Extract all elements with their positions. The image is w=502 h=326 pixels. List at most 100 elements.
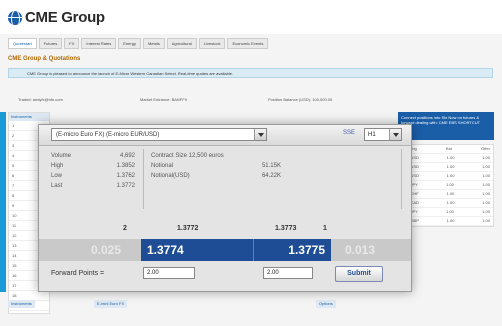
stat-volume: Volume 4,692 [51, 153, 135, 161]
forward-points-input[interactable] [143, 267, 195, 279]
tab-interest-rates[interactable]: Interest Rates [81, 38, 117, 49]
tab-futures[interactable]: Futures [38, 38, 63, 49]
header: CME Group [0, 0, 502, 34]
stat-notional-usd: Notional(USD) 64.22K [151, 173, 281, 181]
table-cell: 1.00 [446, 200, 455, 205]
info-trader: Traded: andyfx@hfn.com [18, 97, 63, 102]
table-cell: 1.00 [482, 155, 490, 160]
table-cell: 1.00 [482, 191, 490, 196]
stat-low: Low 1.3762 [51, 173, 135, 181]
table-row[interactable]: EURJPY1.001.00 [399, 208, 493, 217]
bid-quantity: 2 [123, 225, 127, 232]
stat-value: 1.3772 [116, 183, 135, 189]
stat-label: Last [51, 183, 63, 189]
table-cell: 1.00 [446, 191, 455, 196]
table-cell: 1.00 [446, 209, 454, 214]
table-cell: 1.00 [446, 164, 455, 169]
stat-label: High [51, 163, 64, 169]
quote-bar: 0.025 1.3774 1.3775 0.013 [39, 239, 411, 261]
table-cell: 1.00 [446, 182, 454, 187]
globe-icon [8, 10, 22, 25]
divider [143, 149, 144, 209]
table-cell: 1.00 [482, 209, 490, 214]
stat-value: 1.3762 [116, 173, 135, 179]
table-row[interactable]: EURUSD1.001.00 [399, 154, 493, 163]
month-select[interactable]: H1 [364, 128, 402, 141]
stat-contract-size: Contract Size 12,500 euros [151, 153, 281, 161]
page-background: CME Group Quotestart Futures FX Interest… [0, 0, 502, 326]
stat-label: Notional [151, 163, 174, 169]
stat-value: 1.3852 [116, 163, 135, 169]
depth-row: 2 1.3772 1.3773 1 [39, 225, 411, 237]
ghost-ask: 0.013 [345, 243, 376, 257]
bid-price-small: 1.3772 [177, 225, 199, 232]
table-cell: Bid [446, 146, 452, 151]
tab-energy[interactable]: Energy [118, 38, 141, 49]
section-title: CME Group & Quotations [8, 56, 81, 62]
stat-value: 64.22K [261, 173, 281, 179]
tab-fx[interactable]: FX [64, 38, 80, 49]
table-cell: 1.00 [482, 200, 490, 205]
cme-logo[interactable]: CME Group [8, 9, 105, 26]
left-panel-header: Instruments [9, 113, 49, 121]
ghost-bid: 0.025 [91, 243, 122, 257]
tab-livestock[interactable]: Livestock [198, 38, 226, 49]
notice-banner: CME Group is pleased to announce the lau… [8, 68, 493, 78]
tab-economic-events[interactable]: Economic Events [227, 38, 269, 49]
chevron-down-icon[interactable] [254, 129, 266, 140]
table-cell: 1.00 [482, 173, 490, 178]
tab-quotestart[interactable]: Quotestart [8, 38, 37, 49]
table-cell: Offer [481, 146, 490, 151]
stat-last: Last 1.3772 [51, 183, 135, 191]
rates-table: Net ChgBidOffer EURUSD1.001.00 GBPUSD1.0… [398, 144, 494, 227]
sse-link[interactable]: SSE [343, 130, 355, 136]
table-cell: 1.00 [446, 218, 455, 223]
table-cell: 1.00 [446, 155, 455, 160]
table-row[interactable]: USDJPY1.001.00 [399, 181, 493, 190]
table-row[interactable]: USDCHF1.001.00 [399, 190, 493, 199]
ask-price-small: 1.3773 [275, 225, 297, 232]
right-panel: Connect positions into Sfx Now on future… [398, 112, 494, 272]
table-cell: 1.00 [446, 173, 455, 178]
logo-text: CME Group [25, 9, 105, 26]
info-balance: Position Balance (USD): 100,000.00 [268, 97, 333, 102]
submit-button[interactable]: Submit [335, 266, 383, 282]
stat-notional: Notional 51.15K [151, 163, 281, 171]
tab-metals[interactable]: Metals [142, 38, 165, 49]
left-accent-bar [0, 112, 6, 292]
table-row[interactable]: EURGBP1.001.00 [399, 217, 493, 226]
info-market: Market Entrance: BANFFX [140, 97, 188, 102]
chevron-down-icon[interactable] [389, 129, 401, 140]
tab-agricultural[interactable]: Agricultural [166, 38, 197, 49]
table-cell: 1.00 [482, 164, 490, 169]
forward-points-input-right[interactable] [263, 267, 313, 279]
contract-select[interactable]: (E-micro Euro FX) (E-micro EUR/USD) [51, 128, 267, 141]
month-select-value: H1 [368, 132, 376, 138]
table-row: Net ChgBidOffer [399, 145, 493, 154]
stat-label: Low [51, 173, 63, 179]
trade-ticket-modal: (E-micro Euro FX) (E-micro EUR/USD) SSE … [38, 124, 412, 292]
nav-tabs: Quotestart Futures FX Interest Rates Ene… [8, 38, 493, 49]
bottom-tab-emini[interactable]: E-mini Euro FX [94, 300, 128, 308]
bottom-tab-options[interactable]: Options [316, 300, 336, 308]
stat-label: Notional(USD) [151, 173, 190, 179]
stat-value: 4,692 [119, 153, 135, 159]
contract-select-value: (E-micro Euro FX) (E-micro EUR/USD) [56, 132, 160, 138]
bottom-tab-instruments[interactable]: Instruments [8, 300, 35, 308]
stat-value: 51.15K [261, 163, 281, 169]
divider [401, 149, 402, 209]
ask-quantity: 1 [323, 225, 327, 232]
table-cell: 1.00 [482, 182, 490, 187]
table-row[interactable]: AUDUSD1.001.00 [399, 172, 493, 181]
bid-price-button[interactable]: 1.3774 [141, 239, 253, 261]
stat-label: Contract Size 12,500 euros [151, 153, 224, 159]
table-row[interactable]: USDCAD1.001.00 [399, 199, 493, 208]
table-cell: 1.00 [482, 218, 490, 223]
stat-high: High 1.3852 [51, 163, 135, 171]
ask-price-button[interactable]: 1.3775 [253, 239, 331, 261]
table-row[interactable]: GBPUSD1.001.00 [399, 163, 493, 172]
modal-toolbar: (E-micro Euro FX) (E-micro EUR/USD) SSE … [39, 125, 411, 146]
forward-points-label: Forward Points = [51, 270, 105, 277]
stat-label: Volume [51, 153, 72, 159]
promo-box[interactable]: Connect positions into Sfx Now on future… [398, 112, 494, 140]
